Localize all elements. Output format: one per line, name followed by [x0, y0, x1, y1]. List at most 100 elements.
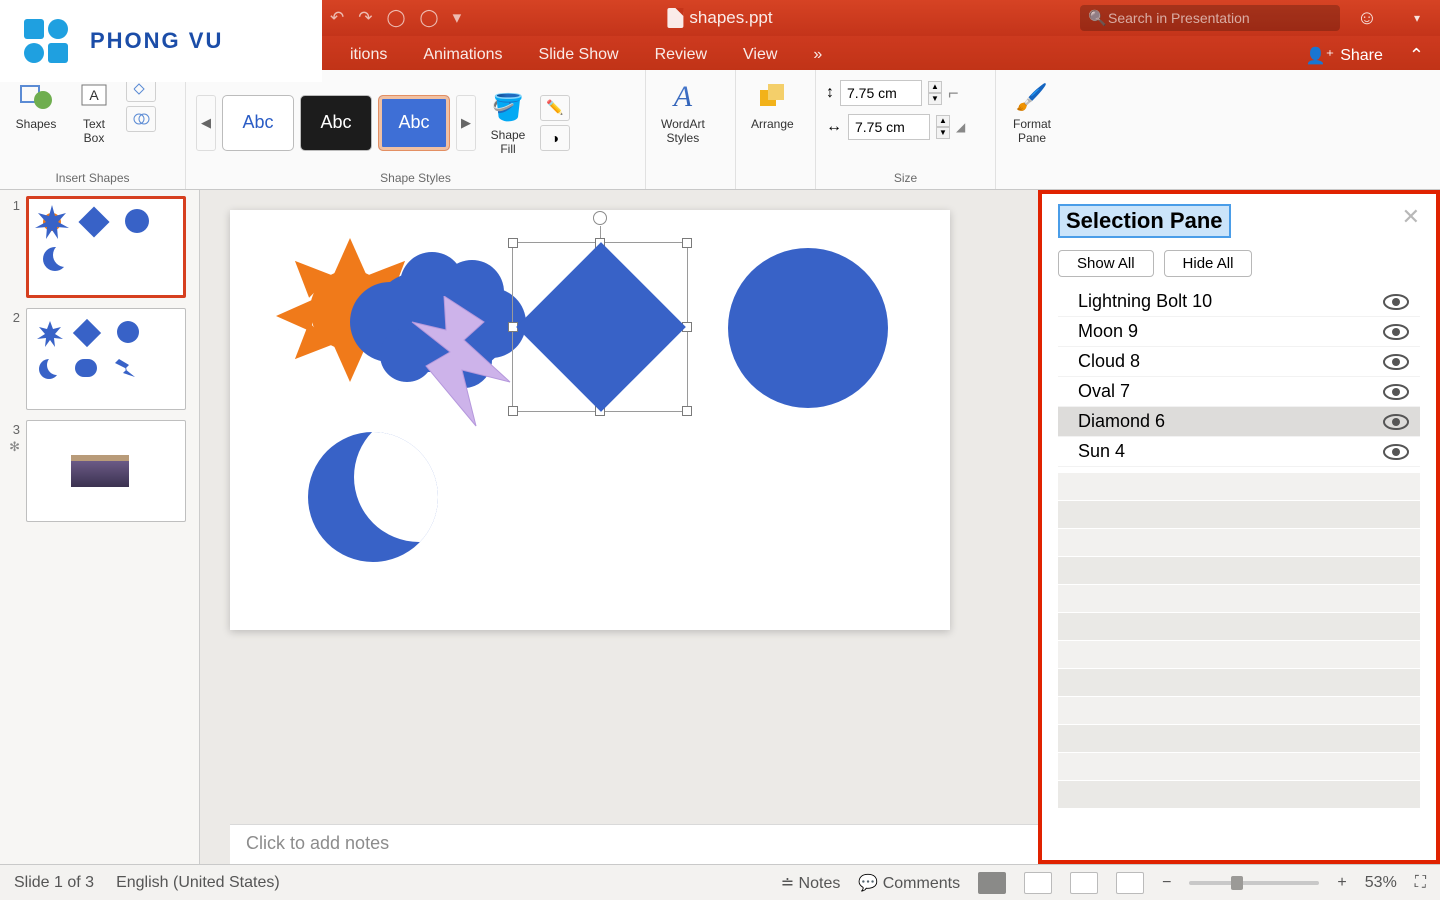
tab-overflow-icon[interactable]: »: [795, 40, 840, 70]
thumb-3[interactable]: 3 ✻: [4, 420, 195, 522]
size-dialog-icon[interactable]: ◢: [956, 120, 965, 134]
visibility-icon[interactable]: [1382, 353, 1410, 371]
zoom-in-icon[interactable]: +: [1337, 874, 1346, 892]
comments-toggle[interactable]: 💬 Comments: [858, 873, 960, 893]
textbox-button[interactable]: A Text Box: [68, 76, 120, 148]
spin-down-icon[interactable]: ▼: [928, 93, 942, 105]
zoom-thumb[interactable]: [1231, 876, 1243, 890]
thumb-1[interactable]: 1: [4, 196, 195, 298]
zoom-out-icon[interactable]: −: [1162, 874, 1171, 892]
slide[interactable]: [230, 210, 950, 630]
qat-icon[interactable]: ◯: [420, 8, 439, 28]
shape-moon[interactable]: [308, 432, 438, 562]
visibility-icon[interactable]: [1382, 383, 1410, 401]
list-item[interactable]: Sun 4: [1058, 437, 1420, 467]
style-sample-3-selected[interactable]: Abc: [378, 95, 450, 151]
close-icon[interactable]: ✕: [1402, 204, 1420, 230]
search-wrap: 🔍: [1080, 5, 1340, 31]
window-title: shapes.ppt: [667, 8, 772, 28]
spin-down-icon[interactable]: ▼: [936, 127, 950, 139]
slide-indicator[interactable]: Slide 1 of 3: [14, 874, 94, 892]
shape-diamond[interactable]: [516, 242, 686, 412]
view-slideshow-icon[interactable]: [1116, 872, 1144, 894]
canvas-area[interactable]: Click to add notes: [200, 190, 1038, 864]
visibility-icon[interactable]: [1382, 293, 1410, 311]
tab-view[interactable]: View: [725, 40, 795, 70]
wordart-button[interactable]: A WordArt Styles: [656, 76, 710, 148]
spin-up-icon[interactable]: ▲: [928, 81, 942, 93]
quick-access-toolbar: ↶ ↷ ◯ ◯ ▾: [330, 8, 461, 28]
show-all-button[interactable]: Show All: [1058, 250, 1154, 277]
visibility-icon[interactable]: [1382, 323, 1410, 341]
resize-handle[interactable]: [508, 238, 518, 248]
list-item[interactable]: Lightning Bolt 10: [1058, 287, 1420, 317]
selection-box[interactable]: [512, 242, 688, 412]
zoom-slider[interactable]: [1189, 881, 1319, 885]
list-item[interactable]: Oval 7: [1058, 377, 1420, 407]
rotate-handle[interactable]: [593, 211, 607, 225]
document-icon: [667, 8, 683, 28]
tab-animations[interactable]: Animations: [405, 40, 520, 70]
gallery-next-icon[interactable]: ▶: [456, 95, 476, 151]
shape-outline-button[interactable]: ✏️: [540, 95, 570, 121]
width-row: ↔ ▲▼ ◢: [826, 114, 965, 140]
height-input[interactable]: [840, 80, 922, 106]
shape-effects-button[interactable]: ◑: [540, 125, 570, 151]
view-sorter-icon[interactable]: [1024, 872, 1052, 894]
width-icon: ↔: [826, 118, 842, 136]
visibility-icon[interactable]: [1382, 443, 1410, 461]
resize-handle[interactable]: [682, 238, 692, 248]
group-format-pane: 🖌️ Format Pane: [996, 70, 1088, 189]
list-item[interactable]: Cloud 8: [1058, 347, 1420, 377]
arrange-button[interactable]: Arrange: [746, 76, 799, 134]
resize-handle[interactable]: [508, 406, 518, 416]
width-input[interactable]: [848, 114, 930, 140]
shapes-icon: [17, 79, 55, 115]
bucket-icon: 🪣: [489, 90, 527, 126]
group-shape-styles: ◀ Abc Abc Abc ▶ 🪣 Shape Fill ✏️ ◑ Shape …: [186, 70, 646, 189]
comments-icon: 💬: [858, 875, 882, 892]
hide-all-button[interactable]: Hide All: [1164, 250, 1253, 277]
thumb-2[interactable]: 2: [4, 308, 195, 410]
gallery-prev-icon[interactable]: ◀: [196, 95, 216, 151]
account-icon[interactable]: ☺: [1350, 7, 1384, 30]
search-input[interactable]: [1080, 5, 1340, 31]
notes-toggle[interactable]: ≐ Notes: [781, 873, 841, 893]
format-pane-button[interactable]: 🖌️ Format Pane: [1006, 76, 1058, 148]
collapse-ribbon-icon[interactable]: ⌃: [1409, 45, 1424, 70]
resize-handle[interactable]: [682, 406, 692, 416]
shape-fill-button[interactable]: 🪣 Shape Fill: [482, 87, 534, 159]
merge-shape-button[interactable]: [126, 106, 156, 132]
spin-up-icon[interactable]: ▲: [936, 115, 950, 127]
notes-placeholder: Click to add notes: [246, 833, 389, 853]
zoom-level[interactable]: 53%: [1365, 874, 1397, 892]
shape-oval[interactable]: [728, 248, 888, 408]
style-sample-1[interactable]: Abc: [222, 95, 294, 151]
language-indicator[interactable]: English (United States): [116, 874, 280, 892]
qat-dropdown-icon[interactable]: ▾: [453, 8, 462, 28]
thumb-slide-1[interactable]: [26, 196, 186, 298]
qat-icon[interactable]: ◯: [387, 8, 406, 28]
thumbnail-rail: 1 2 3: [0, 190, 200, 864]
list-item-selected[interactable]: Diamond 6: [1058, 407, 1420, 437]
fit-window-icon[interactable]: ⛶: [1415, 874, 1426, 892]
tab-review[interactable]: Review: [637, 40, 725, 70]
redo-icon[interactable]: ↷: [358, 8, 372, 28]
view-normal-icon[interactable]: [978, 872, 1006, 894]
thumb-slide-3[interactable]: [26, 420, 186, 522]
view-reading-icon[interactable]: [1070, 872, 1098, 894]
visibility-icon[interactable]: [1382, 413, 1410, 431]
animation-indicator-icon: ✻: [4, 437, 20, 455]
notes-pane[interactable]: Click to add notes: [230, 824, 1038, 864]
lock-aspect-icon[interactable]: ⌐: [948, 83, 959, 104]
list-item[interactable]: Moon 9: [1058, 317, 1420, 347]
share-button[interactable]: 👤⁺Share: [1306, 46, 1383, 70]
shapes-button[interactable]: Shapes: [10, 76, 62, 134]
filename: shapes.ppt: [689, 8, 772, 28]
thumb-slide-2[interactable]: [26, 308, 186, 410]
account-dropdown-icon[interactable]: ▾: [1400, 11, 1434, 25]
undo-icon[interactable]: ↶: [330, 8, 344, 28]
style-sample-2[interactable]: Abc: [300, 95, 372, 151]
tab-transitions-partial[interactable]: itions: [332, 40, 405, 70]
tab-slideshow[interactable]: Slide Show: [521, 40, 637, 70]
